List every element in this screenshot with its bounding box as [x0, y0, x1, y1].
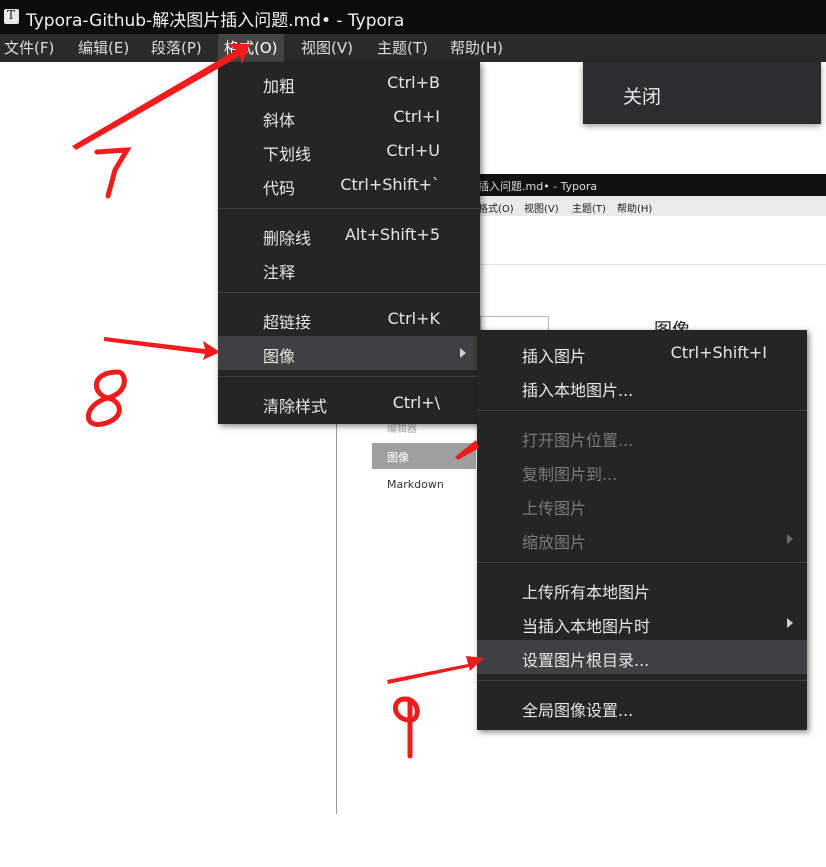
menu-item-label: 打开图片位置... [522, 431, 634, 450]
menu-item-insert-local-image[interactable]: 插入本地图片... [477, 370, 807, 404]
menu-item-label: 斜体 [263, 111, 296, 130]
menu-item-shortcut: Ctrl+K [387, 309, 440, 328]
nested-rule [480, 264, 826, 265]
menu-item-insert-image[interactable]: 插入图片 Ctrl+Shift+I [477, 336, 807, 370]
menu-separator [218, 376, 480, 377]
menu-separator [218, 208, 480, 209]
menu-item-comment[interactable]: 注释 [218, 252, 480, 286]
menu-item-label: 缩放图片 [522, 533, 587, 552]
format-menu: 加粗 Ctrl+B 斜体 Ctrl+I 下划线 Ctrl+U 代码 Ctrl+S… [218, 62, 480, 424]
menu-item-global-image-settings[interactable]: 全局图像设置... [477, 690, 807, 724]
menu-item-copy-image-to: 复制图片到... [477, 454, 807, 488]
nested-sidebar-item-markdown: Markdown [387, 478, 444, 491]
menu-item-label: 上传所有本地图片 [522, 583, 651, 602]
arrow-8-icon [104, 337, 220, 360]
window-title-bar: Typora-Github-解决图片插入问题.md• - Typora [0, 0, 826, 34]
window-title: Typora-Github-解决图片插入问题.md• - Typora [26, 11, 405, 31]
menu-item-label: 清除样式 [263, 397, 328, 416]
menu-item-label: 上传图片 [522, 499, 587, 518]
menu-item-clear-style[interactable]: 清除样式 Ctrl+\ [218, 386, 480, 420]
menu-item-shortcut: Ctrl+Shift+` [340, 175, 440, 194]
menu-item-upload-image: 上传图片 [477, 488, 807, 522]
menu-item-when-insert-local-image[interactable]: 当插入本地图片时 [477, 606, 807, 640]
typora-app-icon [4, 8, 19, 24]
close-button[interactable]: 关闭 [623, 82, 661, 109]
menu-bar: 文件(F) 编辑(E) 段落(P) 格式(O) 视图(V) 主题(T) 帮助(H… [0, 34, 826, 62]
menu-item-shortcut: Ctrl+B [387, 73, 440, 92]
menu-theme[interactable]: 主题(T) [377, 34, 428, 62]
menu-item-strikethrough[interactable]: 删除线 Alt+Shift+5 [218, 218, 480, 252]
menu-item-label: 全局图像设置... [522, 701, 634, 720]
menu-item-shortcut: Alt+Shift+5 [344, 225, 440, 244]
menu-item-label: 删除线 [263, 229, 312, 248]
menu-item-code[interactable]: 代码 Ctrl+Shift+` [218, 168, 480, 202]
menu-item-label: 复制图片到... [522, 465, 618, 484]
menu-paragraph[interactable]: 段落(P) [151, 34, 202, 62]
menu-item-label: 下划线 [263, 145, 312, 164]
menu-item-label: 插入图片 [522, 347, 587, 366]
menu-format[interactable]: 格式(O) [218, 34, 284, 62]
menu-item-image[interactable]: 图像 [218, 336, 480, 370]
submenu-arrow-icon [787, 534, 793, 544]
nested-menu-view: 视图(V) [524, 204, 559, 215]
menu-file[interactable]: 文件(F) [4, 34, 54, 62]
menu-item-label: 图像 [263, 347, 296, 366]
close-popup: 关闭 [583, 62, 821, 124]
image-submenu: 插入图片 Ctrl+Shift+I 插入本地图片... 打开图片位置... 复制… [477, 330, 807, 730]
menu-item-zoom-image: 缩放图片 [477, 522, 807, 556]
nested-menu-format: 格式(O) [478, 204, 514, 215]
menu-separator [477, 680, 807, 681]
menu-item-label: 加粗 [263, 77, 296, 96]
menu-item-upload-all-local-images[interactable]: 上传所有本地图片 [477, 572, 807, 606]
digit-8-handwritten [85, 369, 127, 427]
menu-separator [477, 410, 807, 411]
menu-item-shortcut: Ctrl+U [386, 141, 440, 160]
nested-frame [480, 316, 549, 331]
digit-7-handwritten [94, 147, 132, 199]
menu-item-italic[interactable]: 斜体 Ctrl+I [218, 100, 480, 134]
menu-edit[interactable]: 编辑(E) [78, 34, 129, 62]
nested-sidebar-item-label: 图像 [387, 451, 409, 464]
menu-item-label: 插入本地图片... [522, 381, 634, 400]
nested-sidebar-item-image: 图像 [372, 443, 476, 469]
menu-item-label: 注释 [263, 263, 296, 282]
menu-item-bold[interactable]: 加粗 Ctrl+B [218, 66, 480, 100]
menu-item-shortcut: Ctrl+\ [392, 393, 440, 412]
menu-item-label: 代码 [263, 179, 296, 198]
menu-item-underline[interactable]: 下划线 Ctrl+U [218, 134, 480, 168]
menu-item-label: 设置图片根目录... [522, 651, 650, 670]
menu-view[interactable]: 视图(V) [301, 34, 353, 62]
menu-separator [477, 562, 807, 563]
nested-window-title: 插入问题.md• - Typora [478, 180, 598, 193]
menu-help[interactable]: 帮助(H) [450, 34, 503, 62]
submenu-arrow-icon [787, 618, 793, 628]
nested-menu-help: 帮助(H) [617, 204, 653, 215]
menu-item-hyperlink[interactable]: 超链接 Ctrl+K [218, 302, 480, 336]
menu-item-label: 当插入本地图片时 [522, 617, 651, 636]
menu-item-shortcut: Ctrl+Shift+I [670, 343, 767, 362]
menu-item-shortcut: Ctrl+I [393, 107, 440, 126]
nested-menu-theme: 主题(T) [572, 204, 606, 215]
menu-separator [218, 292, 480, 293]
submenu-arrow-icon [460, 348, 466, 358]
menu-item-label: 超链接 [263, 313, 312, 332]
menu-item-set-image-root[interactable]: 设置图片根目录... [477, 640, 807, 674]
menu-item-open-image-location: 打开图片位置... [477, 420, 807, 454]
